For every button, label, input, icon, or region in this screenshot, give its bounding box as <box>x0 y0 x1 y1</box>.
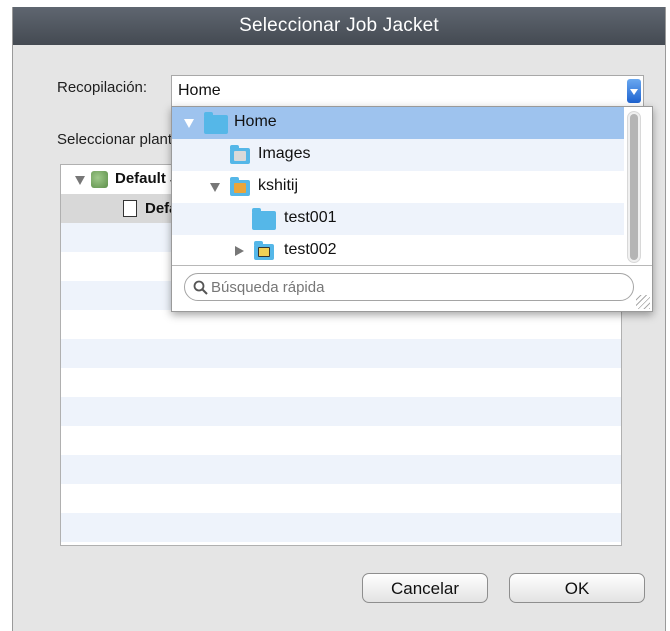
disclosure-expanded-icon[interactable] <box>75 176 85 185</box>
dropdown-arrow-icon[interactable] <box>627 79 641 103</box>
disclosure-expanded-icon[interactable] <box>184 119 194 128</box>
popup-item-images[interactable]: Images <box>172 139 624 171</box>
popup-item-label: Home <box>234 113 277 130</box>
popup-item-test002[interactable]: test002 <box>172 235 624 267</box>
resize-grip-icon[interactable] <box>636 295 650 309</box>
ok-button[interactable]: OK <box>509 573 645 603</box>
popup-item-label: test001 <box>284 209 337 226</box>
scrollbar-thumb[interactable] <box>630 114 638 260</box>
user-home-folder-icon <box>230 177 250 196</box>
popup-item-label: kshitij <box>258 177 299 194</box>
tree-item-label: Default Job Jackets <box>115 170 175 187</box>
disclosure-expanded-icon[interactable] <box>210 183 220 192</box>
popup-scrollbar[interactable] <box>627 111 641 263</box>
popup-item-label: Images <box>258 145 311 162</box>
folder-icon <box>252 208 276 230</box>
select-job-jacket-dialog: Seleccionar Job Jacket Recopilación: Hom… <box>12 7 666 631</box>
images-folder-icon <box>230 145 250 164</box>
popup-item-kshitij[interactable]: kshitij <box>172 171 624 203</box>
quick-search-field[interactable]: Búsqueda rápida <box>184 273 634 301</box>
collection-label: Recopilación: <box>57 79 148 96</box>
disclosure-collapsed-icon[interactable] <box>235 246 244 256</box>
dialog-title: Seleccionar Job Jacket <box>13 7 665 45</box>
search-icon <box>193 280 208 295</box>
cancel-button[interactable]: Cancelar <box>362 573 488 603</box>
popup-item-test001[interactable]: test001 <box>172 203 624 235</box>
popup-item-home[interactable]: Home <box>172 107 624 139</box>
collection-value: Home <box>178 82 221 99</box>
collection-combobox[interactable]: Home <box>171 75 644 107</box>
quick-search-placeholder: Búsqueda rápida <box>211 279 325 296</box>
folder-icon <box>204 112 228 134</box>
job-jacket-group-icon <box>91 171 108 188</box>
monitor-folder-icon <box>254 241 274 260</box>
collection-popup: Home Images kshitij test001 test002 Búsq… <box>171 106 653 312</box>
popup-item-label: test002 <box>284 241 337 258</box>
document-icon <box>123 200 137 217</box>
